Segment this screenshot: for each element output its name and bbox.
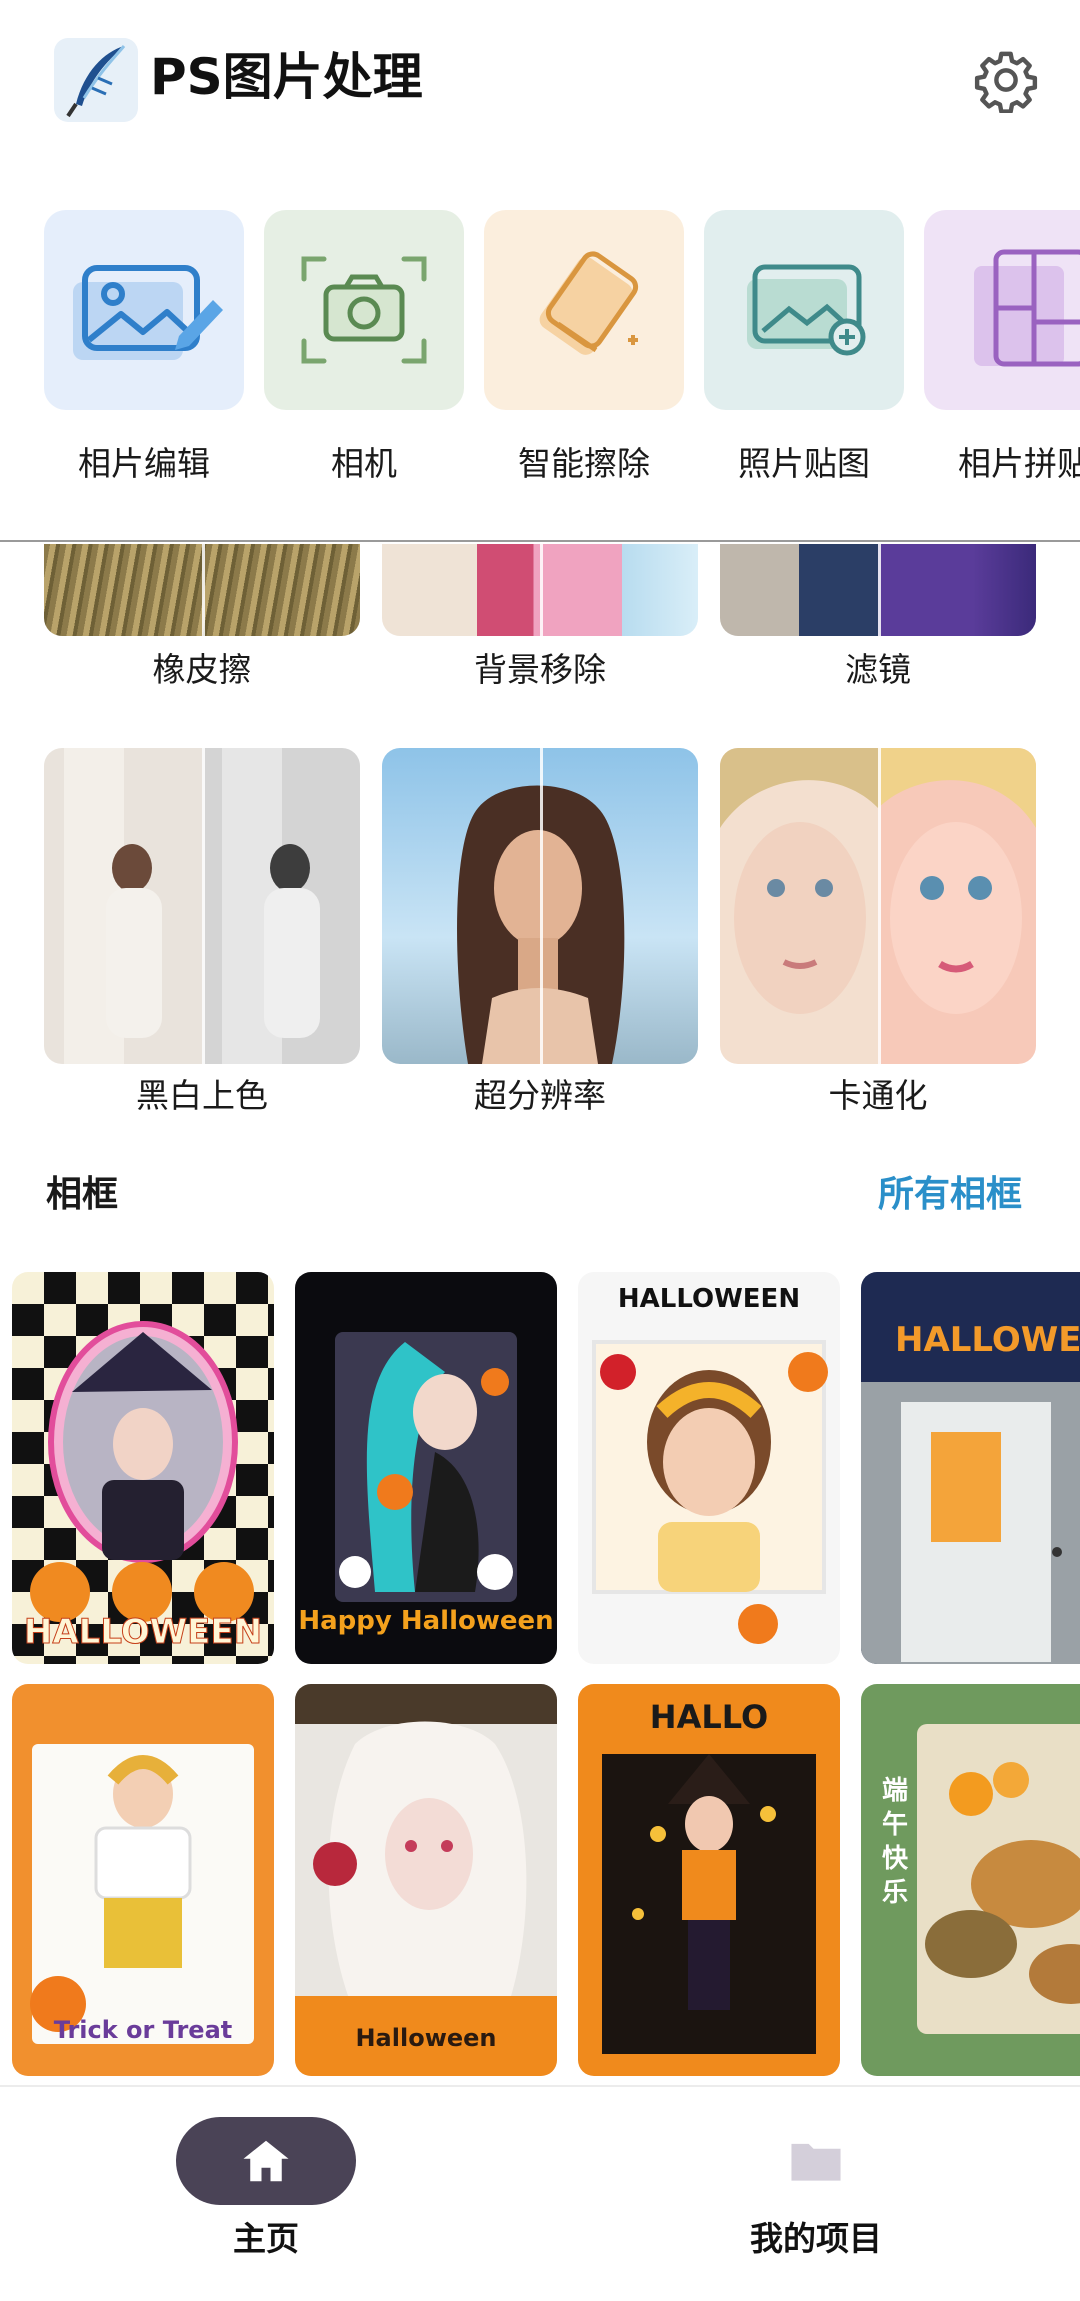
split-line [202,748,205,1064]
all-frames-link[interactable]: 所有相框 [878,1170,1022,1220]
frame-caption: Trick or Treat [53,2016,233,2044]
feature-thumbnail [382,748,698,1064]
camera-icon [301,256,427,364]
photo-edit-icon [73,265,223,360]
frame-card[interactable]: 端午快乐 [861,1684,1080,2076]
nav-label: 我的项目 [750,2219,882,2258]
tool-photo-edit[interactable]: 相片编辑 [44,210,244,500]
section-divider [0,540,1080,542]
frame-caption: Halloween [355,2024,497,2052]
split-line [540,748,543,1064]
tool-label: 照片贴图 [738,444,870,483]
home-icon [243,2140,289,2182]
frame-caption: 端午快乐 [881,1776,908,1908]
tool-label: 智能擦除 [518,444,650,483]
feature-eraser[interactable]: 橡皮擦 [44,544,360,694]
bottom-navigation: 主页 我的项目 [0,2085,1080,2301]
split-line [202,544,205,636]
photo-sticker-icon [747,264,866,356]
frame-artwork [602,1754,816,2054]
collage-icon [974,249,1080,367]
nav-active-indicator [176,2117,356,2205]
split-line [878,748,881,1064]
feature-label: 超分辨率 [474,1076,606,1115]
tool-tile [484,210,684,410]
feature-thumbnail [382,544,698,636]
split-line [878,544,881,636]
feature-label: 滤镜 [845,650,911,689]
frame-card[interactable]: HALLOWEEN [12,1272,274,1664]
feature-background-removal[interactable]: 背景移除 [382,544,698,694]
gear-icon [974,51,1038,113]
feature-colorize[interactable]: 黑白上色 [44,748,360,1118]
tool-tile [704,210,904,410]
frame-artwork [30,1321,254,1622]
feature-thumbnail [720,544,1036,636]
feature-label: 卡通化 [828,1076,928,1115]
feature-cartoonize[interactable]: 卡通化 [720,748,1036,1118]
feather-logo-icon [54,38,138,122]
tool-camera[interactable]: 相机 [264,210,464,500]
feature-label: 背景移除 [474,650,606,689]
frame-artwork [295,1684,557,2076]
frame-card[interactable]: HALLOWEEN [861,1272,1080,1664]
frames-section-title: 相框 [46,1174,119,1215]
tool-collage[interactable]: 相片拼贴 [924,210,1080,500]
feature-thumbnail [44,544,360,636]
frame-caption: Happy Halloween [298,1606,554,1636]
tool-photo-sticker[interactable]: 照片贴图 [704,210,904,500]
nav-label: 主页 [233,2219,299,2258]
frame-card[interactable]: HALLO [578,1684,840,2076]
feature-filter[interactable]: 滤镜 [720,544,1036,694]
quick-tools-row: 相片编辑 相机 智能擦除 照片贴图 相片拼贴 [0,210,1080,500]
split-line [540,544,543,636]
nav-home[interactable]: 主页 [174,2117,414,2287]
frame-card[interactable]: Trick or Treat [12,1684,274,2076]
tool-tile [264,210,464,410]
nav-my-projects[interactable]: 我的项目 [724,2117,964,2287]
feature-thumbnail [44,748,360,1064]
app-header: PS图片处理 [0,0,1080,160]
frame-caption: HALLOWEEN [895,1320,1080,1360]
frame-caption: HALLOWEEN [23,1612,263,1653]
tool-tile [44,210,244,410]
feature-thumbnail [720,748,1036,1064]
tool-tile [924,210,1080,410]
feature-label: 黑白上色 [136,1076,268,1115]
tool-label: 相片编辑 [78,444,210,483]
frame-artwork [592,1340,828,1644]
feature-super-resolution[interactable]: 超分辨率 [382,748,698,1118]
tool-smart-erase[interactable]: 智能擦除 [484,210,684,500]
nav-icon-container [726,2117,906,2205]
frame-caption: HALLOWEEN [617,1284,801,1314]
frame-card[interactable]: HALLOWEEN [578,1272,840,1664]
eraser-icon [539,251,639,355]
feature-label: 橡皮擦 [152,650,252,689]
frame-card[interactable]: Happy Halloween [295,1272,557,1664]
frame-caption: HALLO [649,1698,769,1736]
frame-card[interactable]: Halloween [295,1684,557,2076]
tool-label: 相机 [331,444,397,483]
folder-icon [791,2143,841,2181]
tool-label: 相片拼贴 [958,444,1080,483]
app-title: PS图片处理 [150,48,423,106]
settings-button[interactable] [966,40,1046,120]
